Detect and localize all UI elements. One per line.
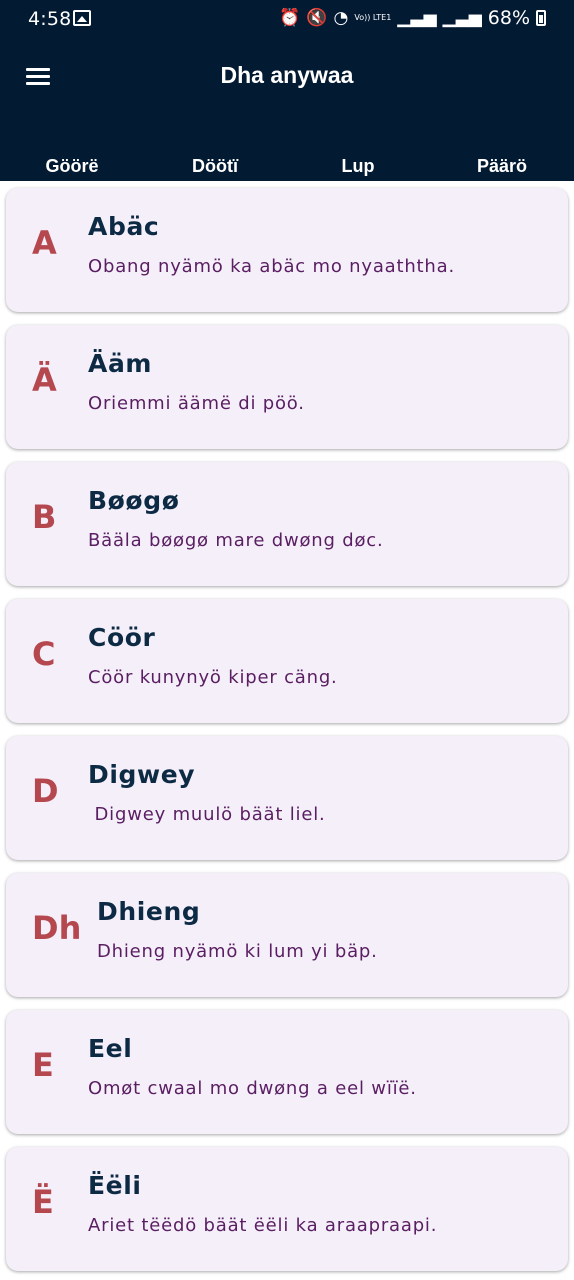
tab-paaro[interactable]: Päärö bbox=[477, 156, 527, 177]
battery-percent: 68% bbox=[487, 7, 530, 29]
tab-dooti[interactable]: Döötï bbox=[192, 156, 238, 177]
gallery-icon bbox=[73, 10, 91, 26]
entry-card[interactable]: A Abäc Obang nyämö ka abäc mo nyaaththa. bbox=[6, 188, 568, 312]
entry-sentence: Ariet tëëdö bäät ëëli ka araapraapi. bbox=[88, 1215, 438, 1236]
entry-sentence: Omøt cwaal mo dwøng a eel wïïë. bbox=[88, 1078, 417, 1099]
battery-icon bbox=[536, 10, 546, 26]
status-time: 4:58 bbox=[28, 8, 72, 30]
signal-icon: ▁▃▅ bbox=[397, 8, 437, 28]
entry-sentence: Bääla bøøgø mare dwøng døc. bbox=[88, 530, 384, 551]
entry-letter: E bbox=[32, 1046, 54, 1084]
entry-card[interactable]: E Eel Omøt cwaal mo dwøng a eel wïïë. bbox=[6, 1010, 568, 1134]
entry-word: Dhieng bbox=[97, 897, 201, 926]
entry-letter: B bbox=[32, 498, 57, 536]
entry-sentence: Oriemmi äämë di pöö. bbox=[88, 393, 305, 414]
entry-sentence: Dhieng nyämö ki lum yi bäp. bbox=[97, 941, 378, 962]
entry-sentence: Cöör kunynyö kiper cäng. bbox=[88, 667, 338, 688]
app-header: 4:58 ⏰ 🔇 ◔ Vo)) LTE1 ▁▃▅ ▁▃▅ 68% Dha any… bbox=[0, 0, 574, 187]
tab-goore[interactable]: Göörë bbox=[45, 156, 98, 177]
tab-lup[interactable]: Lup bbox=[341, 156, 375, 187]
entry-letter: Ä bbox=[32, 361, 57, 399]
entry-card[interactable]: D Digwey Digwey muulö bäät liel. bbox=[6, 736, 568, 860]
entry-card[interactable]: Dh Dhieng Dhieng nyämö ki lum yi bäp. bbox=[6, 873, 568, 997]
entry-letter: Dh bbox=[32, 909, 82, 947]
signal-icon-2: ▁▃▅ bbox=[442, 8, 482, 28]
mute-icon: 🔇 bbox=[306, 8, 328, 28]
status-bar: 4:58 ⏰ 🔇 ◔ Vo)) LTE1 ▁▃▅ ▁▃▅ 68% bbox=[0, 0, 574, 38]
entry-letter: Ë bbox=[32, 1183, 54, 1221]
network-label: Vo)) LTE1 bbox=[354, 13, 392, 22]
entry-letter: D bbox=[32, 772, 59, 810]
wifi-icon: ◔ bbox=[333, 8, 349, 28]
entry-card[interactable]: Ä Ääm Oriemmi äämë di pöö. bbox=[6, 325, 568, 449]
entry-card[interactable]: B Bøøgø Bääla bøøgø mare dwøng døc. bbox=[6, 462, 568, 586]
entry-sentence: Obang nyämö ka abäc mo nyaaththa. bbox=[88, 256, 455, 277]
entry-word: Ääm bbox=[88, 349, 153, 378]
app-title: Dha anywaa bbox=[220, 62, 354, 88]
entry-letter: A bbox=[32, 224, 57, 262]
entry-sentence: Digwey muulö bäät liel. bbox=[88, 804, 326, 825]
tab-bar: Göörë Döötï Lup Päärö bbox=[0, 148, 574, 187]
entry-word: Eel bbox=[88, 1034, 133, 1063]
entry-word: Abäc bbox=[88, 212, 160, 241]
entry-card[interactable]: Ë Ëëli Ariet tëëdö bäät ëëli ka araapraa… bbox=[6, 1147, 568, 1271]
entry-word: Ëëli bbox=[88, 1171, 142, 1200]
status-icons: ⏰ 🔇 ◔ Vo)) LTE1 ▁▃▅ ▁▃▅ 68% bbox=[279, 7, 546, 29]
entry-card[interactable]: C Cöör Cöör kunynyö kiper cäng. bbox=[6, 599, 568, 723]
entry-letter: C bbox=[32, 635, 56, 673]
entry-word: Cöör bbox=[88, 623, 156, 652]
entry-word: Bøøgø bbox=[88, 486, 180, 515]
alarm-icon: ⏰ bbox=[279, 8, 301, 28]
entry-word: Digwey bbox=[88, 760, 196, 789]
